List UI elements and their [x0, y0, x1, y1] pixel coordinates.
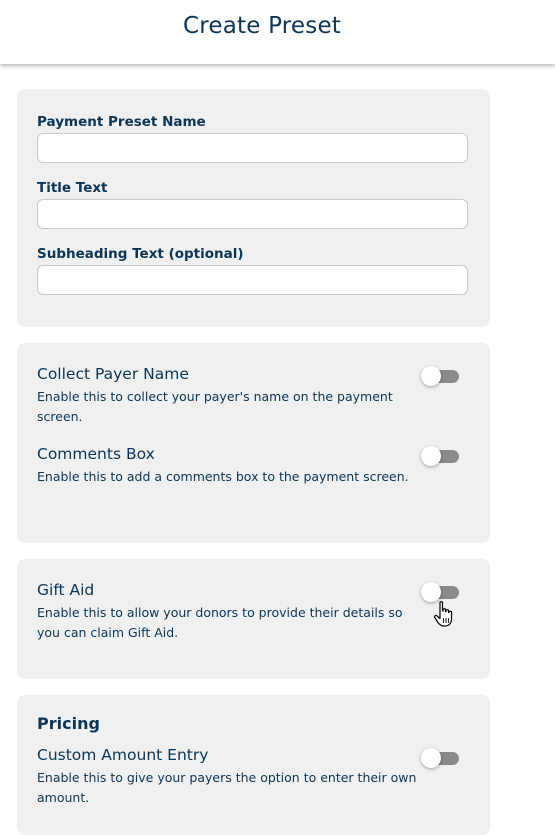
toggle-knob: [421, 366, 441, 386]
page-title: Create Preset: [182, 13, 342, 39]
pricing-heading: Pricing: [37, 714, 100, 733]
toggle-knob: [421, 582, 441, 602]
payer-options-card: Collect Payer Name Enable this to collec…: [17, 343, 490, 543]
gift-aid-title: Gift Aid: [37, 581, 95, 599]
preset-name-input[interactable]: [37, 133, 468, 163]
preset-details-card: Payment Preset Name Title Text Subheadin…: [17, 89, 490, 327]
title-text-input[interactable]: [37, 199, 468, 229]
custom-amount-entry-title: Custom Amount Entry: [37, 746, 209, 764]
collect-payer-name-toggle[interactable]: [421, 365, 459, 387]
gift-aid-description: Enable this to allow your donors to prov…: [37, 605, 403, 640]
pricing-card: Pricing Custom Amount Entry Enable this …: [17, 695, 490, 835]
comments-box-toggle[interactable]: [421, 445, 459, 467]
page-header: Create Preset: [0, 0, 555, 64]
hand-pointer-icon: [434, 601, 453, 627]
preset-name-label: Payment Preset Name: [37, 114, 206, 130]
comments-box-title: Comments Box: [37, 445, 155, 463]
toggle-knob: [421, 446, 441, 466]
toggle-knob: [421, 748, 441, 768]
collect-payer-name-title: Collect Payer Name: [37, 365, 189, 383]
comments-box-description: Enable this to add a comments box to the…: [37, 469, 409, 484]
gift-aid-card: Gift Aid Enable this to allow your donor…: [17, 559, 490, 679]
title-text-label: Title Text: [37, 180, 108, 196]
subheading-text-label: Subheading Text (optional): [37, 246, 244, 262]
custom-amount-entry-description: Enable this to give your payers the opti…: [37, 770, 417, 805]
collect-payer-name-description: Enable this to collect your payer's name…: [37, 389, 393, 424]
subheading-text-input[interactable]: [37, 265, 468, 295]
custom-amount-entry-toggle[interactable]: [421, 747, 459, 769]
